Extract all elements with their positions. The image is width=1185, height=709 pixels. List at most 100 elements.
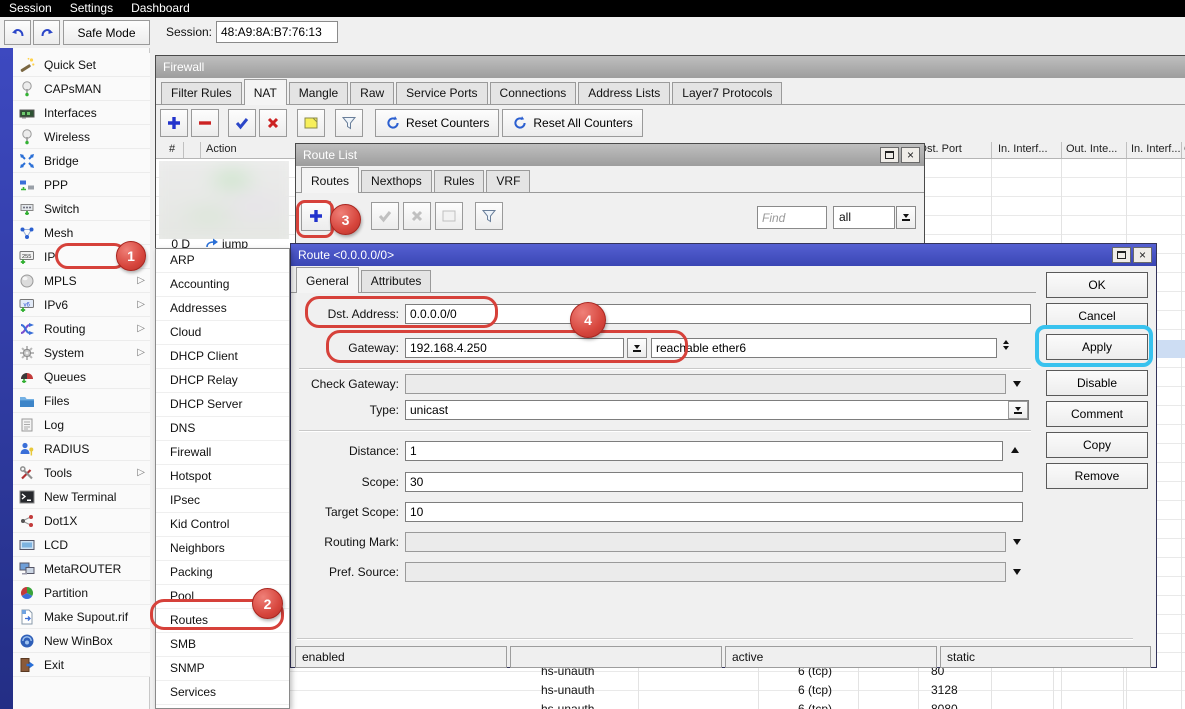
gateway-status-spinner[interactable] <box>1003 340 1009 350</box>
comment-button[interactable]: Comment <box>1046 401 1148 427</box>
nat-row-chain[interactable]: hs-unauth <box>541 700 594 709</box>
tab-routes[interactable]: Routes <box>301 167 359 193</box>
tab-nat[interactable]: NAT <box>244 79 287 105</box>
distance-up-icon[interactable] <box>1011 447 1019 453</box>
ip-menu-addresses[interactable]: Addresses <box>156 297 289 321</box>
sidebar-item-wireless[interactable]: Wireless <box>13 125 150 149</box>
type-combo[interactable] <box>405 400 1029 420</box>
tab-address-lists[interactable]: Address Lists <box>578 82 670 104</box>
sidebar-item-capsman[interactable]: CAPsMAN <box>13 77 150 101</box>
enable-route-button[interactable] <box>371 202 399 230</box>
route-filter-select[interactable]: all <box>833 206 895 229</box>
route-filter-dropdown-button[interactable] <box>896 206 916 229</box>
target-scope-input[interactable] <box>405 502 1023 522</box>
column-header-number[interactable]: # <box>169 143 175 155</box>
tab-filter-rules[interactable]: Filter Rules <box>161 82 242 104</box>
scope-input[interactable] <box>405 472 1023 492</box>
tab-vrf[interactable]: VRF <box>486 170 530 192</box>
tab-raw[interactable]: Raw <box>350 82 394 104</box>
ip-menu-services[interactable]: Services <box>156 681 289 705</box>
column-header-dst-port[interactable]: Dst. Port <box>919 143 962 155</box>
ip-menu-snmp[interactable]: SNMP <box>156 657 289 681</box>
sidebar-item-partition[interactable]: Partition <box>13 581 150 605</box>
redo-button[interactable] <box>33 20 60 45</box>
ok-button[interactable]: OK <box>1046 272 1148 298</box>
column-header-out-interface[interactable]: Out. Inte... <box>1066 143 1117 155</box>
column-header-in-interface-2[interactable]: In. Interf... <box>1131 143 1181 155</box>
session-input[interactable] <box>216 21 338 43</box>
disable-rule-button[interactable] <box>259 109 287 137</box>
copy-button[interactable]: Copy <box>1046 432 1148 458</box>
nat-row-dst-port[interactable]: 3128 <box>931 681 958 700</box>
disable-route-button[interactable] <box>403 202 431 230</box>
ip-menu-cloud[interactable]: Cloud <box>156 321 289 345</box>
filter-button[interactable] <box>335 109 363 137</box>
column-header-in-interface[interactable]: In. Interf... <box>998 143 1048 155</box>
sidebar-item-dot1x[interactable]: Dot1X <box>13 509 150 533</box>
close-button[interactable]: × <box>1133 247 1152 263</box>
sidebar-item-make-supout[interactable]: Make Supout.rif <box>13 605 150 629</box>
tab-attributes[interactable]: Attributes <box>361 270 432 292</box>
route-dialog-titlebar[interactable]: Route <0.0.0.0/0> × <box>291 244 1156 266</box>
add-rule-button[interactable] <box>160 109 188 137</box>
menu-settings[interactable]: Settings <box>61 0 122 17</box>
comment-rule-button[interactable] <box>297 109 325 137</box>
tab-connections[interactable]: Connections <box>490 82 577 104</box>
nat-row-protocol[interactable]: 6 (tcp) <box>798 700 832 709</box>
sidebar-item-new-terminal[interactable]: New Terminal <box>13 485 150 509</box>
sidebar-item-files[interactable]: Files <box>13 389 150 413</box>
reset-counters-button[interactable]: Reset Counters <box>375 109 499 137</box>
sidebar-item-system[interactable]: System ▷ <box>13 341 150 365</box>
sidebar-item-quick-set[interactable]: Quick Set <box>13 53 150 77</box>
ip-menu-kid-control[interactable]: Kid Control <box>156 513 289 537</box>
sidebar-item-queues[interactable]: Queues <box>13 365 150 389</box>
check-gateway-select[interactable] <box>405 374 1006 394</box>
ip-menu-smb[interactable]: SMB <box>156 633 289 657</box>
tab-mangle[interactable]: Mangle <box>289 82 348 104</box>
enable-rule-button[interactable] <box>228 109 256 137</box>
pref-source-dropdown-icon[interactable] <box>1013 569 1021 575</box>
reset-all-counters-button[interactable]: Reset All Counters <box>502 109 642 137</box>
disable-button[interactable]: Disable <box>1046 370 1148 396</box>
undo-button[interactable] <box>4 20 31 45</box>
selected-row-fragment[interactable] <box>1157 340 1185 358</box>
sidebar-item-exit[interactable]: Exit <box>13 653 150 677</box>
sidebar-item-bridge[interactable]: Bridge <box>13 149 150 173</box>
tab-nexthops[interactable]: Nexthops <box>361 170 432 192</box>
tab-layer7-protocols[interactable]: Layer7 Protocols <box>672 82 782 104</box>
sidebar-item-radius[interactable]: RADIUS <box>13 437 150 461</box>
ip-menu-hotspot[interactable]: Hotspot <box>156 465 289 489</box>
sidebar-item-ipv6[interactable]: v6 IPv6 ▷ <box>13 293 150 317</box>
sidebar-item-routing[interactable]: Routing ▷ <box>13 317 150 341</box>
ip-menu-ipsec[interactable]: IPsec <box>156 489 289 513</box>
ip-menu-dhcp-relay[interactable]: DHCP Relay <box>156 369 289 393</box>
ip-menu-dhcp-server[interactable]: DHCP Server <box>156 393 289 417</box>
ip-menu-dhcp-client[interactable]: DHCP Client <box>156 345 289 369</box>
nat-row-dst-port[interactable]: 8080 <box>931 700 958 709</box>
tab-service-ports[interactable]: Service Ports <box>396 82 487 104</box>
safe-mode-button[interactable]: Safe Mode <box>63 20 150 45</box>
distance-input[interactable] <box>405 441 1003 461</box>
sidebar-item-new-winbox[interactable]: New WinBox <box>13 629 150 653</box>
sidebar-item-interfaces[interactable]: Interfaces <box>13 101 150 125</box>
routing-mark-dropdown-icon[interactable] <box>1013 539 1021 545</box>
comment-route-button[interactable] <box>435 202 463 230</box>
tab-rules[interactable]: Rules <box>434 170 485 192</box>
menu-dashboard[interactable]: Dashboard <box>122 0 199 17</box>
type-dropdown-button[interactable] <box>1008 401 1028 419</box>
find-input[interactable] <box>757 206 827 229</box>
filter-button[interactable] <box>475 202 503 230</box>
firewall-titlebar[interactable]: Firewall <box>156 56 1185 78</box>
ip-menu-firewall[interactable]: Firewall <box>156 441 289 465</box>
ip-menu-arp[interactable]: ARP <box>156 249 289 273</box>
remove-button[interactable]: Remove <box>1046 463 1148 489</box>
sidebar-item-lcd[interactable]: LCD <box>13 533 150 557</box>
sidebar-item-log[interactable]: Log <box>13 413 150 437</box>
menu-session[interactable]: Session <box>0 0 61 17</box>
nat-row-protocol[interactable]: 6 (tcp) <box>798 681 832 700</box>
sidebar-item-mpls[interactable]: MPLS ▷ <box>13 269 150 293</box>
close-button[interactable]: × <box>901 147 920 163</box>
route-list-titlebar[interactable]: Route List × <box>296 144 924 166</box>
check-gateway-dropdown-icon[interactable] <box>1013 381 1021 387</box>
pref-source-select[interactable] <box>405 562 1006 582</box>
